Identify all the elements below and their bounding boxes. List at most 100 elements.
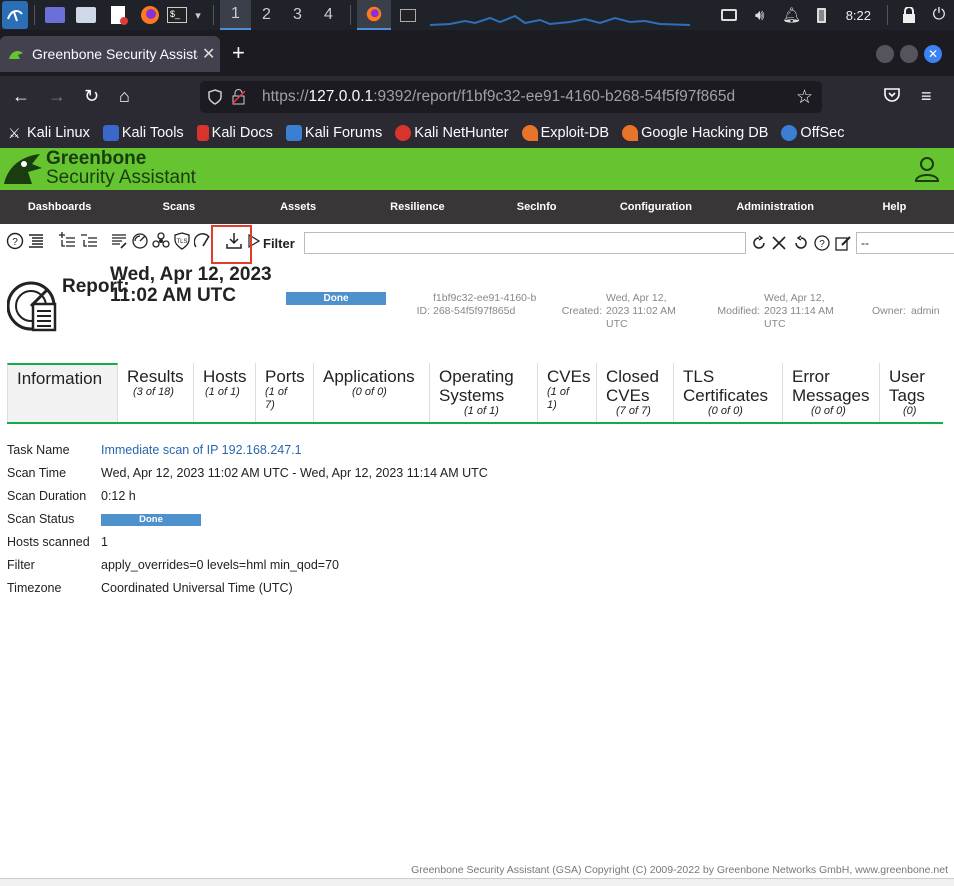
maximize-window-icon[interactable]: [900, 45, 918, 63]
workspace-4[interactable]: 4: [313, 0, 344, 30]
task-details-icon[interactable]: [110, 232, 128, 250]
menu-administration[interactable]: Administration: [716, 190, 835, 224]
tab-closed-cves[interactable]: Closed CVEs (7 of 7): [597, 363, 674, 422]
bookmark-label: Kali Docs: [211, 125, 273, 141]
power-icon[interactable]: ⏻: [924, 0, 954, 30]
hamburger-menu-icon[interactable]: ≡: [921, 86, 932, 107]
tab-error-messages[interactable]: Error Messages (0 of 0): [783, 363, 880, 422]
terminal-icon[interactable]: $_: [165, 0, 189, 30]
taskbar-terminal-window[interactable]: [391, 0, 425, 30]
insecure-lock-icon[interactable]: [232, 89, 246, 105]
info-key: Filter: [7, 558, 35, 572]
tab-user-tags[interactable]: User Tags (0): [880, 363, 943, 422]
filter-select[interactable]: --: [856, 232, 954, 254]
bookmark-offsec[interactable]: OffSec: [781, 125, 844, 141]
pocket-icon[interactable]: [884, 86, 900, 107]
text-editor-icon[interactable]: [103, 0, 135, 30]
menu-secinfo[interactable]: SecInfo: [477, 190, 596, 224]
owner-value: admin: [911, 305, 940, 317]
workspace-switcher-icon[interactable]: [41, 0, 69, 30]
tab-operating-systems[interactable]: Operating Systems (1 of 1): [430, 363, 538, 422]
bookmark-exploit-db[interactable]: Exploit-DB: [521, 125, 610, 141]
display-icon[interactable]: [714, 0, 744, 30]
menu-help[interactable]: Help: [835, 190, 954, 224]
back-arrow-icon[interactable]: ←: [12, 86, 30, 107]
tab-ports[interactable]: Ports (1 of 7): [256, 363, 314, 422]
close-tab-icon[interactable]: ✕: [202, 44, 215, 64]
task-name-link[interactable]: Immediate scan of IP 192.168.247.1: [101, 443, 302, 457]
report-results-icon[interactable]: [131, 232, 149, 250]
workspace-3[interactable]: 3: [282, 0, 313, 30]
report-list-icon[interactable]: [27, 232, 45, 250]
clock[interactable]: 8:22: [846, 8, 871, 23]
kali-docs-icon: [196, 125, 209, 141]
kali-dragon-icon: ⚔: [8, 125, 24, 141]
bookmark-kali-tools[interactable]: Kali Tools: [102, 125, 184, 141]
page-footer: Greenbone Security Assistant (GSA) Copyr…: [411, 864, 948, 876]
taskbar-firefox-window[interactable]: [357, 0, 391, 30]
menu-assets[interactable]: Assets: [239, 190, 358, 224]
filter-input[interactable]: [304, 232, 746, 254]
file-manager-icon[interactable]: [69, 0, 103, 30]
notification-bell-icon[interactable]: 🔔︎: [776, 0, 808, 30]
reload-icon[interactable]: ↻: [84, 86, 99, 107]
bookmark-label: Exploit-DB: [540, 125, 610, 141]
nethunter-icon: [395, 125, 412, 141]
performance-icon[interactable]: [194, 232, 212, 250]
greenbone-logo-icon[interactable]: [2, 150, 44, 188]
bookmark-star-icon[interactable]: ☆: [796, 86, 813, 109]
edit-filter-icon[interactable]: [835, 235, 851, 251]
tab-label: TLS Certificates: [683, 367, 769, 405]
close-window-icon[interactable]: ✕: [924, 45, 942, 63]
remove-from-assets-icon[interactable]: [80, 232, 98, 250]
home-icon[interactable]: ⌂: [119, 86, 130, 107]
url-bar[interactable]: https://127.0.0.1:9392/report/f1bf9c32-e…: [200, 81, 822, 113]
shield-icon[interactable]: [208, 89, 222, 105]
bookmark-google-hacking-db[interactable]: Google Hacking DB: [622, 125, 768, 141]
chevron-down-icon[interactable]: ▾: [189, 0, 207, 30]
firefox-icon[interactable]: [135, 0, 165, 30]
kali-tools-icon: [102, 125, 119, 141]
info-value: 0:12 h: [101, 489, 136, 503]
filter-help-icon[interactable]: ?: [814, 235, 830, 251]
bookmark-kali-docs[interactable]: Kali Docs: [196, 125, 273, 141]
refresh-filter-icon[interactable]: [751, 235, 767, 251]
browser-tab[interactable]: Greenbone Security Assistant ✕: [0, 36, 220, 72]
download-highlight-box: [211, 225, 252, 264]
tab-applications[interactable]: Applications (0 of 0): [314, 363, 430, 422]
horizontal-scrollbar[interactable]: [0, 878, 954, 886]
tab-hosts[interactable]: Hosts (1 of 1): [194, 363, 256, 422]
os-taskbar: $_ ▾ 1 2 3 4 🔊︎ 🔔︎ 8:22 ⏻: [0, 0, 954, 30]
menu-scans[interactable]: Scans: [119, 190, 238, 224]
bookmark-kali-nethunter[interactable]: Kali NetHunter: [395, 125, 509, 141]
clear-filter-icon[interactable]: [771, 235, 787, 251]
volume-icon[interactable]: 🔊︎: [744, 0, 776, 30]
minimize-window-icon[interactable]: [876, 45, 894, 63]
menu-dashboards[interactable]: Dashboards: [0, 190, 119, 224]
battery-icon[interactable]: [808, 0, 836, 30]
tab-count: (1 of 7): [265, 386, 288, 411]
bookmark-kali-linux[interactable]: ⚔ Kali Linux: [8, 125, 90, 141]
reset-filter-icon[interactable]: [793, 235, 809, 251]
info-value: Done: [101, 512, 201, 526]
user-icon[interactable]: [914, 156, 940, 182]
menu-resilience[interactable]: Resilience: [358, 190, 477, 224]
menu-configuration[interactable]: Configuration: [596, 190, 715, 224]
new-tab-icon[interactable]: +: [232, 42, 245, 64]
logo-line-1: Greenbone: [46, 148, 147, 169]
tls-certificate-icon[interactable]: TLS: [173, 232, 191, 250]
bookmark-kali-forums[interactable]: Kali Forums: [285, 125, 382, 141]
vulnerabilities-icon[interactable]: [152, 232, 170, 250]
add-to-assets-icon[interactable]: [58, 232, 76, 250]
kali-menu-icon[interactable]: [2, 1, 28, 29]
tab-information[interactable]: Information: [7, 363, 118, 422]
tab-results[interactable]: Results (3 of 18): [118, 363, 194, 422]
lock-icon[interactable]: [894, 0, 924, 30]
forward-arrow-icon[interactable]: →: [48, 86, 66, 107]
workspace-1[interactable]: 1: [220, 0, 251, 30]
gsa-logo-text[interactable]: Greenbone Security Assistant: [46, 149, 196, 187]
tab-cves[interactable]: CVEs (1 of 1): [538, 363, 597, 422]
tab-tls-certificates[interactable]: TLS Certificates (0 of 0): [674, 363, 783, 422]
workspace-2[interactable]: 2: [251, 0, 282, 30]
help-icon[interactable]: ?: [6, 232, 24, 250]
